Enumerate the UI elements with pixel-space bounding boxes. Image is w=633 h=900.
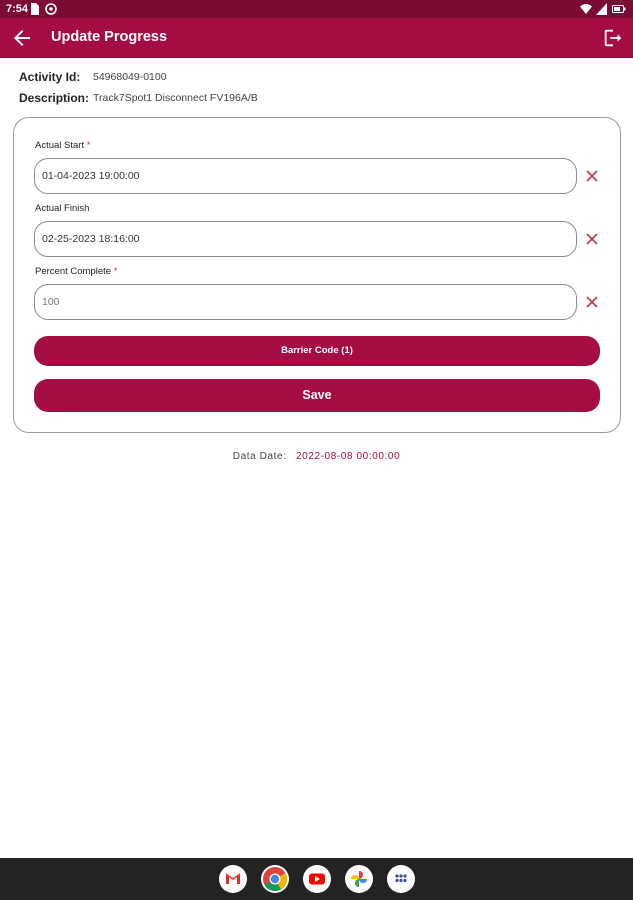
logout-icon[interactable] [602, 27, 624, 49]
activity-id-value: 54968049-0100 [93, 71, 167, 83]
description-label: Description: [19, 91, 90, 105]
activity-id-label: Activity Id: [19, 70, 81, 84]
percent-complete-label: Percent Complete * [35, 266, 118, 277]
chrome-icon[interactable] [261, 865, 289, 893]
app-drawer-icon[interactable] [387, 865, 415, 893]
photos-icon[interactable] [345, 865, 373, 893]
required-marker: * [113, 266, 118, 277]
barrier-code-button[interactable]: Barrier Code (1) [34, 336, 600, 366]
wifi-icon [580, 4, 592, 14]
clear-percent-complete-icon[interactable] [585, 295, 599, 309]
gmail-icon[interactable] [219, 865, 247, 893]
back-arrow-icon[interactable] [10, 26, 34, 50]
notification-app-icon [45, 3, 57, 15]
clear-actual-finish-icon[interactable] [585, 232, 599, 246]
description-row: Description: Track7Spot1 Disconnect FV19… [19, 91, 258, 105]
description-value: Track7Spot1 Disconnect FV196A/B [93, 92, 258, 104]
required-marker: * [86, 140, 91, 151]
clear-actual-start-icon[interactable] [585, 169, 599, 183]
app-bar: Update Progress [0, 18, 633, 58]
data-date: Data Date: 2022-08-08 00:00:00 [0, 451, 633, 462]
system-dock [0, 858, 633, 900]
page-title: Update Progress [51, 29, 168, 45]
signal-icon [596, 3, 607, 15]
actual-start-label: Actual Start * [35, 140, 91, 151]
status-time: 7:54 [6, 3, 29, 15]
data-date-value: 2022-08-08 00:00:00 [295, 451, 401, 462]
status-bar: 7:54 [0, 0, 633, 18]
progress-form-card: Actual Start * 01-04-2023 19:00:00 Actua… [13, 117, 621, 433]
youtube-icon[interactable] [303, 865, 331, 893]
actual-finish-label: Actual Finish [35, 203, 90, 214]
actual-finish-field[interactable]: 02-25-2023 18:16:00 [34, 221, 577, 257]
battery-icon [612, 5, 626, 13]
activity-id-row: Activity Id: 54968049-0100 [19, 70, 167, 84]
save-button[interactable]: Save [34, 379, 600, 412]
sim-card-icon [31, 3, 39, 15]
percent-complete-field[interactable]: 100 [34, 284, 577, 320]
actual-start-field[interactable]: 01-04-2023 19:00:00 [34, 158, 577, 194]
data-date-label: Data Date: [232, 451, 287, 462]
